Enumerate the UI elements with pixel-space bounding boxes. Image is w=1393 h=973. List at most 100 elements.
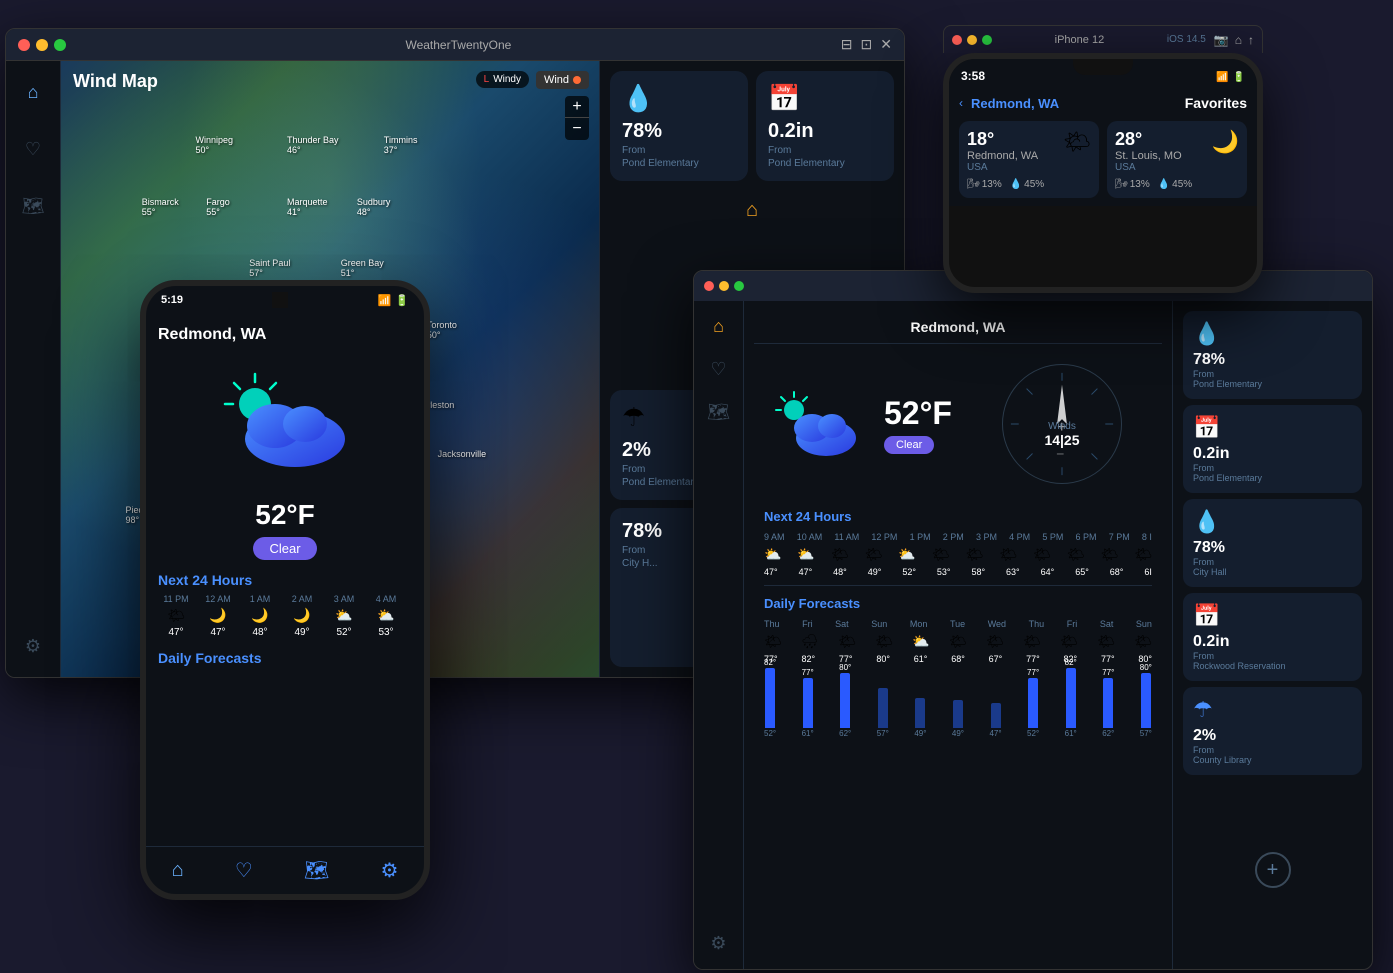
humidity-card: 💧 78% From Pond Elementary [610,71,748,181]
secondary-temp: 52°F [884,395,952,432]
sec-min[interactable] [719,281,729,291]
rain-value: 2% [622,439,651,462]
hourly-item: 1 AM 🌙 48° [242,594,278,638]
iphone-nav: ‹ Redmond, WA Favorites [959,95,1247,111]
android-condition: Clear [158,537,412,560]
map-label-bismarck: Bismarck55° [142,197,179,217]
iphone-location: Redmond, WA [971,96,1059,111]
sec-ch-humidity-icon: 💧 [1193,509,1352,535]
iphone-model-label: iPhone 12 [992,34,1167,46]
iphone-min[interactable] [967,35,977,45]
secondary-window-controls [704,281,744,291]
map-label-green-bay: Green Bay51° [341,258,384,278]
map-title: Wind Map [73,71,158,92]
window-controls [18,39,66,51]
iphone-stlouis-card: 28° St. Louis, MO USA 🌙 🌬 13% 💧 45% [1107,121,1247,198]
top-cards-row: 💧 78% From Pond Elementary 📅 0.2in From … [610,71,894,181]
map-label-fargo: Fargo55° [206,197,230,217]
secondary-sidebar: ⌂ ♡ 🗺 ⚙ [694,301,744,969]
next24-title: Next 24 Hours [764,509,1152,524]
home-icon: ⌂ [1235,33,1242,47]
sec-sidebar-home[interactable]: ⌂ [713,316,724,337]
iphone-back-btn[interactable]: ‹ [959,96,963,110]
android-phone: 5:19 📶 🔋 Redmond, WA [140,280,430,900]
android-system-nav [146,894,424,900]
wind-badge: Wind [536,71,589,89]
android-daily-title: Daily Forecasts [158,650,412,666]
sidebar-item-settings[interactable]: ⚙ [17,630,49,662]
wind-gauge: + − Winds 14|25 [972,364,1152,484]
iphone-redmond-card: 18° Redmond, WA USA 🌤 🌬 13% 💧 45% [959,121,1099,198]
add-widget-button[interactable]: + [1255,852,1291,888]
sec-sidebar-settings[interactable]: ⚙ [710,933,726,954]
close-button[interactable] [18,39,30,51]
sec-county-library-card: ☂ 2% From County Library [1183,687,1362,775]
iphone-container: iPhone 12 iOS 14.5 📷 ⌂ ↑ 3:58 📶 🔋 ‹ Redm… [943,25,1263,293]
sec-library-icon: ☂ [1193,697,1352,723]
android-nav-map[interactable]: 🗺 [304,858,329,883]
county-library-label: County Library [1193,755,1352,765]
iphone-window-bar: iPhone 12 iOS 14.5 📷 ⌂ ↑ [943,25,1263,53]
android-nav-favorites[interactable]: ♡ [235,858,253,883]
precipitation-card: 📅 0.2in From Pond Elementary [756,71,894,181]
iphone-close[interactable] [952,35,962,45]
sec-sidebar-map[interactable]: 🗺 [707,402,730,423]
humidity-icon: 💧 [622,83,654,114]
sidebar-item-home[interactable]: ⌂ [17,76,49,108]
android-weather-icon [158,354,412,489]
window-titlebar: WeatherTwentyOne ⊟ ⊡ ✕ [6,29,904,61]
sec-precip-icon: 📅 [1193,415,1352,441]
iphone-time: 3:58 [961,69,985,83]
secondary-weather-main: 52°F Clear [754,354,1162,494]
secondary-window: WeatherTwentyOne ⌂ ♡ 🗺 ⚙ Redmond, WA [693,270,1373,970]
secondary-temp-block: 52°F Clear [884,395,952,454]
android-location: Redmond, WA [158,326,412,344]
precip-value: 0.2in [768,120,814,143]
secondary-content: ⌂ ♡ 🗺 ⚙ Redmond, WA [694,301,1372,969]
sidebar: ⌂ ♡ 🗺 ⚙ [6,61,61,677]
secondary-location: Redmond, WA [754,311,1162,344]
secondary-main: Redmond, WA [744,301,1172,969]
sec-max[interactable] [734,281,744,291]
sec-rockwood-icon: 📅 [1193,603,1352,629]
maximize-button[interactable] [54,39,66,51]
iphone-ios-label: iOS 14.5 [1167,34,1206,45]
rain-icon: ☂ [622,402,645,433]
zoom-in-button[interactable]: + [565,96,589,118]
precip-icon: 📅 [768,83,800,114]
hourly-icons-row: ⛅ ⛅ 🌤 🌤 ⛅ 🌤 🌤 🌤 🌤 🌤 🌤 🌤 [764,546,1152,563]
window-title: WeatherTwentyOne [76,38,841,52]
stlouis-weather-icon: 🌙 [1212,129,1239,155]
camera-icon: 📷 [1214,33,1229,47]
hourly-times-row: 9 AM 10 AM 11 AM 12 PM 1 PM 2 PM 3 PM 4 … [764,532,1152,542]
minimize-button[interactable] [36,39,48,51]
daily-bars: 82° 52° 77° 61° 80° 62° [764,668,1152,738]
zoom-out-button[interactable]: − [565,118,589,140]
redmond-weather-icon: 🌤 [1063,129,1091,155]
sidebar-item-map[interactable]: 🗺 [17,190,49,222]
titlebar-actions: ⊟ ⊡ ✕ [841,36,892,53]
gauge-info: Winds 14|25 [1044,421,1079,448]
android-hourly-forecast: 11 PM 🌤 47° 12 AM 🌙 47° 1 AM 🌙 48° 2 AM … [158,594,412,638]
hourly-item: 2 AM 🌙 49° [284,594,320,638]
sec-rockwood-card: 📅 0.2in From Rockwood Reservation [1183,593,1362,681]
android-nav-settings[interactable]: ⚙ [380,858,398,883]
svg-text:−: − [1056,446,1064,461]
hourly-item: 11 PM 🌤 47° [158,594,194,638]
iphone-max[interactable] [982,35,992,45]
sec-cityhall-humidity-card: 💧 78% From City Hall [1183,499,1362,587]
android-nav-home[interactable]: ⌂ [172,859,184,882]
home-icon-side[interactable]: ⌂ [746,199,758,222]
sec-humidity-icon: 💧 [1193,321,1352,347]
iphone-header: Favorites [1185,95,1247,111]
hourly-item: 4 AM ⛅ 53° [368,594,404,638]
sec-sidebar-favorites[interactable]: ♡ [710,359,726,380]
secondary-condition: Clear [884,436,934,454]
iphone-frame: 3:58 📶 🔋 ‹ Redmond, WA Favorites 18° Red… [943,53,1263,293]
android-temperature: 52°F [158,499,412,531]
daily-highs-row: 77° 82° 77° 80° 61° 68° 67° 77° 82° 77° … [764,654,1152,664]
sec-close[interactable] [704,281,714,291]
humidity-value: 78% [622,120,662,143]
map-label-timmins: Timmins37° [384,135,418,155]
sidebar-item-favorites[interactable]: ♡ [17,133,49,165]
